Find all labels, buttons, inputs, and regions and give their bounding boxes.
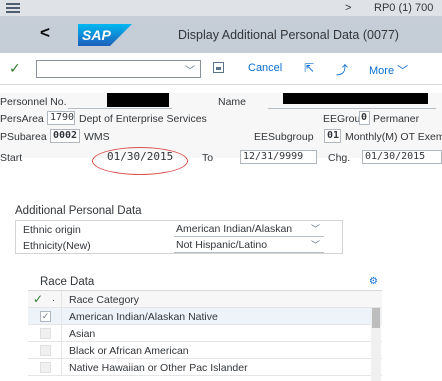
- system-info: RP0 (1) 700: [374, 2, 434, 14]
- race-row-label: Native Hawaiian or Other Pac Islander: [69, 362, 248, 374]
- change-label: Chg.: [328, 152, 351, 164]
- eesubgroup-label: EESubgroup: [254, 131, 314, 143]
- settings-gear-icon[interactable]: ⚙: [369, 276, 378, 287]
- row-select-cell: ✓: [28, 308, 62, 325]
- row-select-cell: [28, 342, 62, 359]
- eegroup-code: 0: [359, 111, 370, 125]
- menu-icon[interactable]: [6, 3, 20, 13]
- eesubgroup-code: 01: [324, 129, 341, 143]
- more-label: More: [369, 65, 395, 77]
- row-checkbox[interactable]: [40, 328, 51, 339]
- race-table: ✓ . Race Category ✓ American Indian/Alas…: [28, 290, 382, 381]
- upload-icon[interactable]: ⇱: [304, 61, 314, 75]
- to-label: To: [202, 152, 214, 164]
- race-data-title: Race Data: [40, 276, 95, 288]
- chevron-down-icon: ﹀: [397, 65, 409, 77]
- start-label: Start: [0, 152, 23, 164]
- table-row[interactable]: Asian: [28, 325, 382, 342]
- highlight-annotation: [92, 147, 188, 175]
- personnel-no-underline: [68, 108, 172, 109]
- select-all-cell[interactable]: ✓ .: [28, 291, 62, 308]
- row-checkbox[interactable]: [40, 362, 51, 373]
- ethnic-origin-value: American Indian/Alaskan: [176, 223, 293, 235]
- race-row-label: Black or African American: [69, 345, 189, 357]
- cancel-button[interactable]: Cancel: [248, 62, 282, 74]
- psubarea-code: 0002: [50, 129, 80, 143]
- chevron-down-icon[interactable]: ﹀: [185, 62, 195, 77]
- change-date: 01/30/2015: [362, 150, 442, 164]
- sap-logo-text: SAP: [82, 27, 111, 43]
- name-underline: [268, 108, 436, 109]
- ethnicity-new-select[interactable]: Not Hispanic/Latino ﹀: [174, 238, 324, 253]
- psubarea-label: PSubarea: [0, 131, 47, 143]
- row-select-cell: [28, 359, 62, 376]
- ethnicity-new-value: Not Hispanic/Latino: [176, 239, 268, 251]
- row-checkbox[interactable]: ✓: [40, 311, 51, 322]
- table-row[interactable]: ✓ American Indian/Alaskan Native: [28, 308, 382, 325]
- command-field[interactable]: ﹀: [36, 60, 201, 78]
- export-icon[interactable]: ⤴: [336, 61, 348, 78]
- row-select-cell: [28, 325, 62, 342]
- sap-logo: SAP: [78, 24, 132, 46]
- vertical-scrollbar[interactable]: [371, 308, 381, 381]
- back-button[interactable]: <: [40, 23, 50, 43]
- chevron-down-icon[interactable]: ﹀: [311, 222, 320, 236]
- eesubgroup-text: Monthly(M) OT Exem...: [345, 131, 442, 143]
- name-label: Name: [218, 96, 247, 108]
- save-icon[interactable]: [213, 62, 224, 73]
- page-title: Display Additional Personal Data (0077): [178, 28, 399, 42]
- redacted-name: [283, 93, 428, 104]
- scrollbar-thumb[interactable]: [372, 308, 380, 328]
- ethnic-origin-label: Ethnic origin: [23, 224, 81, 236]
- row-checkbox[interactable]: [40, 345, 51, 356]
- shell-header: < SAP Display Additional Personal Data (…: [0, 17, 442, 53]
- eegroup-text: Permaner: [373, 113, 420, 125]
- race-row-label: American Indian/Alaskan Native: [69, 311, 218, 323]
- header-dot: .: [52, 293, 55, 304]
- system-bar: > RP0 (1) 700: [0, 0, 442, 17]
- race-row-label: Asian: [69, 328, 96, 340]
- end-date: 12/31/9999: [240, 150, 317, 164]
- section-title-additional: Additional Personal Data: [15, 205, 142, 217]
- redacted-personnel-no: [107, 93, 169, 107]
- psubarea-text: WMS: [84, 131, 110, 143]
- race-category-header: Race Category: [69, 294, 140, 306]
- ethnic-origin-select[interactable]: American Indian/Alaskan ﹀: [174, 222, 324, 237]
- chevron-down-icon[interactable]: ﹀: [311, 238, 320, 252]
- persarea-text: Dept of Enterprise Services: [79, 113, 207, 125]
- more-button[interactable]: More ﹀: [369, 62, 408, 78]
- table-row[interactable]: Black or African American: [28, 342, 382, 359]
- enter-check-icon[interactable]: ✓: [9, 60, 21, 77]
- ethnicity-new-label: Ethnicity(New): [23, 240, 91, 252]
- table-row[interactable]: Native Hawaiian or Other Pac Islander: [28, 359, 382, 376]
- race-table-header: ✓ . Race Category: [28, 291, 382, 308]
- chevron-right-icon[interactable]: >: [345, 2, 351, 14]
- select-all-check-icon[interactable]: ✓: [33, 292, 43, 306]
- toolbar: ✓ ﹀ Cancel ⇱ ⤴ More ﹀: [0, 53, 442, 85]
- persarea-label: PersArea: [0, 113, 44, 125]
- personnel-no-label: Personnel No.: [0, 96, 67, 108]
- persarea-code: 1790: [47, 111, 75, 125]
